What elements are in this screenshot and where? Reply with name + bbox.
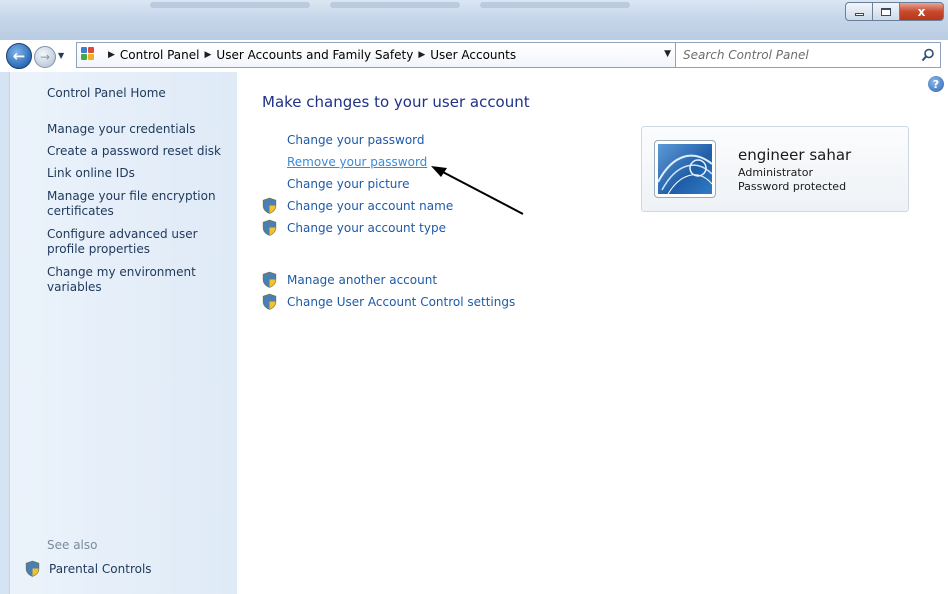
back-arrow-icon: ← — [12, 47, 26, 65]
titlebar-reflection — [480, 2, 630, 8]
search-icon[interactable] — [916, 48, 940, 62]
titlebar-reflection — [330, 2, 460, 8]
forward-button[interactable]: → — [34, 46, 56, 68]
parental-controls-link[interactable]: Parental Controls — [24, 560, 152, 577]
close-icon: x — [917, 4, 926, 19]
uac-shield-icon — [25, 560, 40, 577]
uac-shield-icon — [262, 293, 277, 310]
breadcrumb-user-accounts[interactable]: User Accounts — [430, 48, 516, 62]
sidebar-item-advanced-profile[interactable]: Configure advanced user profile properti… — [47, 227, 217, 257]
recent-pages-dropdown[interactable]: ▼ — [58, 51, 64, 60]
breadcrumb-separator-icon[interactable]: ▶ — [205, 50, 212, 60]
breadcrumb-separator-icon[interactable]: ▶ — [108, 50, 115, 60]
manage-another-account-label: Manage another account — [287, 272, 438, 287]
search-box — [675, 42, 941, 68]
window-controls: x — [845, 2, 944, 22]
account-role: Administrator — [738, 166, 813, 179]
uac-settings-link[interactable]: Change User Account Control settings — [261, 293, 515, 310]
change-password-link[interactable]: Change your password — [287, 133, 425, 148]
maximize-icon — [881, 7, 891, 16]
annotation-arrow-icon — [431, 166, 524, 215]
sidebar-item-manage-credentials[interactable]: Manage your credentials — [47, 122, 196, 137]
sidebar-item-link-online-ids[interactable]: Link online IDs — [47, 166, 135, 181]
address-dropdown-icon[interactable]: ▼ — [664, 49, 671, 59]
breadcrumb-separator-icon[interactable]: ▶ — [418, 50, 425, 60]
uac-settings-label: Change User Account Control settings — [287, 294, 516, 309]
page-title: Make changes to your user account — [262, 93, 530, 111]
account-card: engineer sahar Administrator Password pr… — [641, 126, 909, 212]
search-input[interactable] — [676, 44, 916, 66]
see-also-heading: See also — [47, 538, 98, 552]
uac-shield-icon — [262, 271, 277, 288]
change-picture-link[interactable]: Change your picture — [287, 177, 409, 192]
uac-shield-icon — [262, 219, 277, 236]
account-password-status: Password protected — [738, 180, 847, 193]
breadcrumb-control-panel[interactable]: Control Panel — [120, 48, 200, 62]
breadcrumb-user-accounts-family-safety[interactable]: User Accounts and Family Safety — [216, 48, 413, 62]
titlebar-reflection — [150, 2, 310, 8]
address-bar[interactable]: ▶ Control Panel ▶ User Accounts and Fami… — [76, 42, 702, 68]
account-name: engineer sahar — [738, 146, 852, 164]
forward-arrow-icon: → — [39, 50, 51, 64]
minimize-icon — [854, 13, 864, 16]
maximize-button[interactable] — [872, 2, 899, 21]
sidebar-control-panel-home[interactable]: Control Panel Home — [47, 86, 166, 101]
account-picture — [658, 144, 712, 194]
sidebar-item-environment-variables[interactable]: Change my environment variables — [47, 265, 217, 295]
sidebar-item-file-encryption[interactable]: Manage your file encryption certificates — [47, 189, 227, 219]
parental-controls-label: Parental Controls — [49, 561, 152, 576]
uac-shield-icon — [262, 197, 277, 214]
change-account-type-link[interactable]: Change your account type — [261, 219, 446, 236]
navigation-bar: ← → ▼ ▶ Control Panel ▶ User Accounts an… — [0, 40, 948, 72]
back-button[interactable]: ← — [6, 43, 32, 69]
chevron-down-icon: ▼ — [58, 51, 65, 60]
avatar[interactable] — [654, 140, 716, 198]
remove-password-link[interactable]: Remove your password — [287, 155, 427, 170]
title-bar: x — [0, 0, 948, 40]
control-panel-icon — [81, 47, 99, 63]
change-account-type-label: Change your account type — [287, 220, 446, 235]
sidebar-item-password-reset-disk[interactable]: Create a password reset disk — [47, 144, 221, 159]
manage-another-account-link[interactable]: Manage another account — [261, 271, 437, 288]
minimize-button[interactable] — [845, 2, 872, 21]
help-icon[interactable]: ? — [928, 76, 944, 92]
window-left-border — [0, 72, 10, 594]
close-button[interactable]: x — [899, 2, 944, 21]
